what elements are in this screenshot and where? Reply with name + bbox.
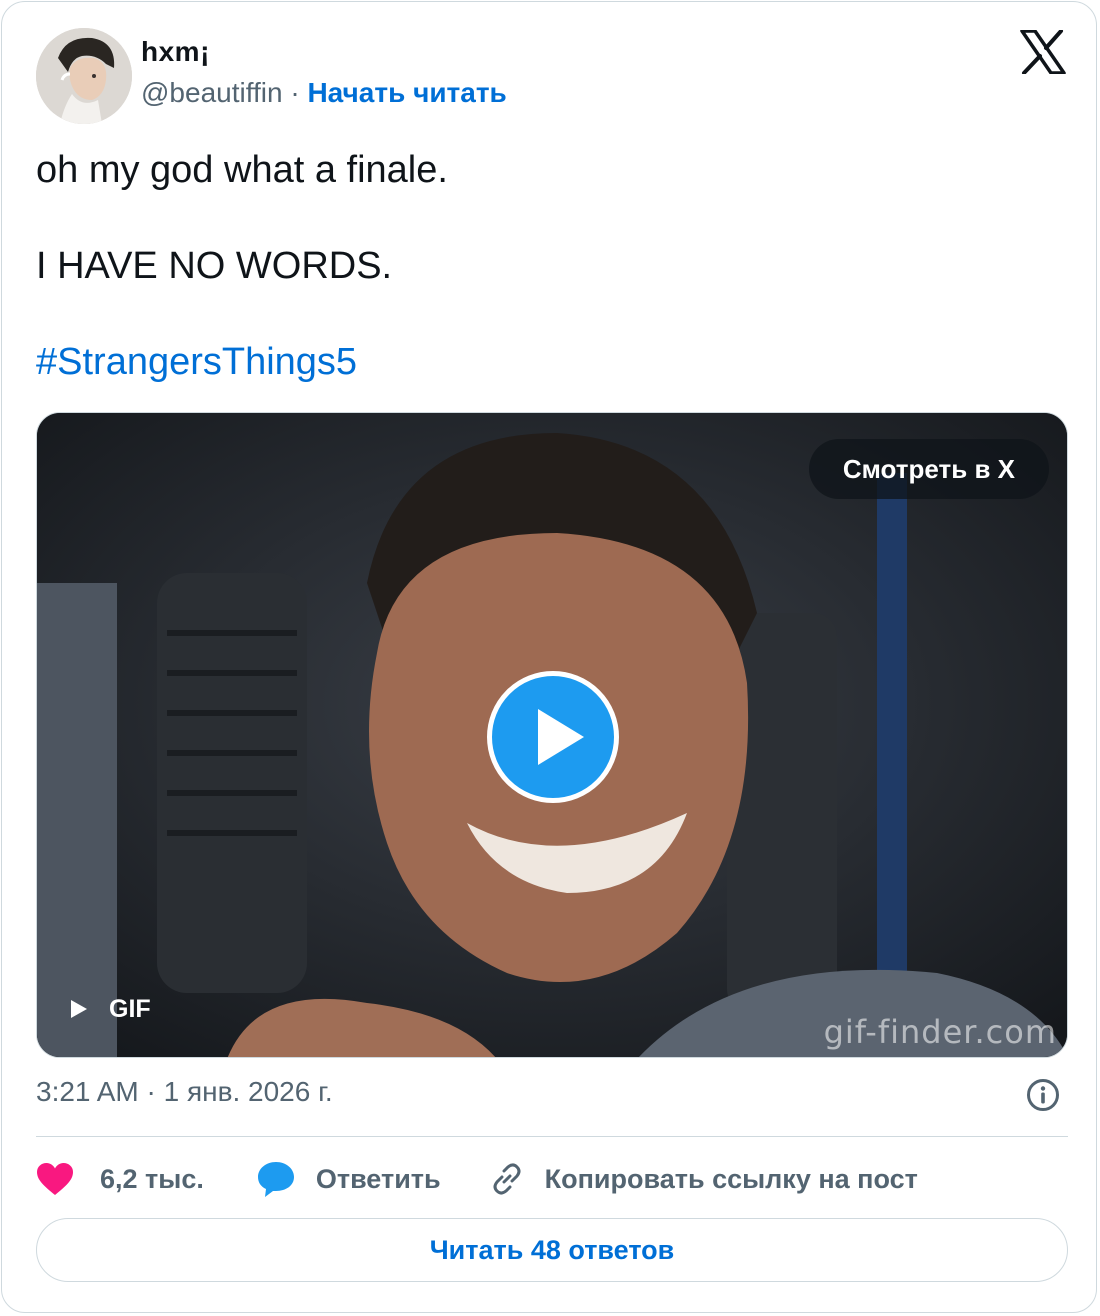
reply-label: Ответить <box>315 1163 441 1194</box>
follow-link[interactable]: Начать читать <box>307 77 506 108</box>
gif-label: GIF <box>109 995 151 1023</box>
gif-play-icon <box>71 1000 87 1018</box>
actions-bar: 6,2 тыс. Ответить Копировать ссылку на п… <box>36 1154 918 1204</box>
heart-icon <box>37 1163 73 1195</box>
gif-media[interactable]: Смотреть в X GIF gif-finder.com <box>36 412 1068 1058</box>
separator-dot: · <box>290 77 300 108</box>
watch-on-x-button[interactable]: Смотреть в X <box>808 439 1049 499</box>
copy-link-label: Копировать ссылку на пост <box>544 1163 918 1194</box>
tweet-card: hxm¡ @beautiffin · Начать читать oh my g… <box>1 1 1097 1313</box>
hashtag-link[interactable]: #StrangersThings5 <box>36 340 357 384</box>
avatar-image <box>36 28 132 124</box>
like-count: 6,2 тыс. <box>100 1163 204 1194</box>
copy-link-button[interactable]: Копировать ссылку на пост <box>489 1161 918 1197</box>
gif-badge: GIF <box>71 995 151 1024</box>
reply-bubble-icon <box>257 1162 294 1197</box>
x-logo-icon[interactable] <box>1020 30 1066 74</box>
like-button[interactable]: 6,2 тыс. <box>36 1162 204 1196</box>
avatar[interactable] <box>36 28 132 124</box>
watermark: gif-finder.com <box>823 1013 1057 1051</box>
info-icon[interactable] <box>1026 1078 1060 1112</box>
read-replies-button[interactable]: Читать 48 ответов <box>36 1218 1068 1282</box>
divider <box>36 1136 1068 1137</box>
handle-row: @beautiffin · Начать читать <box>141 77 507 109</box>
reply-button[interactable]: Ответить <box>256 1160 441 1198</box>
tweet-timestamp[interactable]: 3:21 AM · 1 янв. 2026 г. <box>36 1076 333 1108</box>
author-handle[interactable]: @beautiffin <box>141 77 283 108</box>
tweet-text-line-1: oh my god what a finale. <box>36 149 448 191</box>
author-name[interactable]: hxm¡ <box>141 36 210 68</box>
tweet-text-line-2: I HAVE NO WORDS. <box>36 245 393 287</box>
link-icon <box>493 1163 521 1195</box>
play-icon[interactable] <box>487 671 619 803</box>
